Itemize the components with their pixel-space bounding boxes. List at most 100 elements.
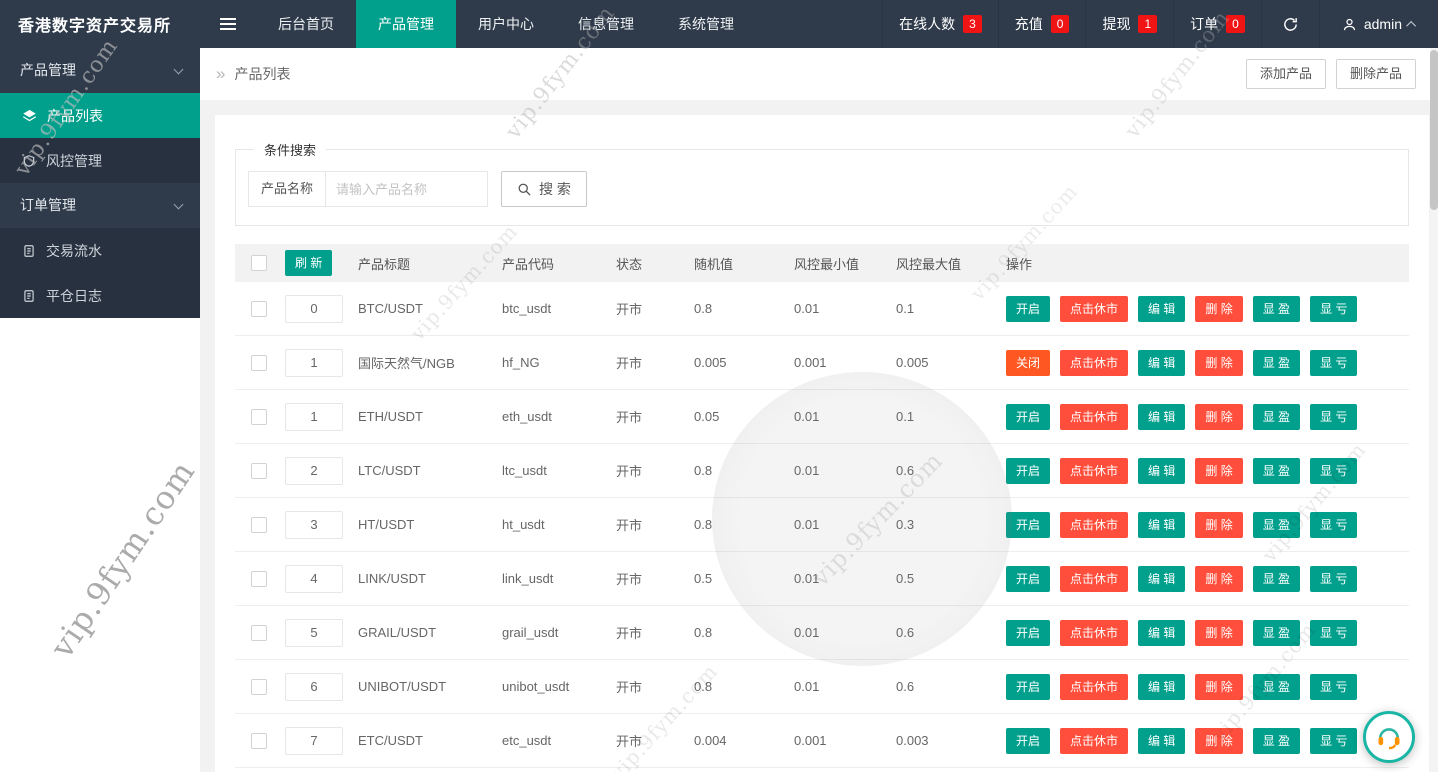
row-checkbox[interactable] — [251, 355, 267, 371]
suspend-market-button[interactable]: 点击休市 — [1060, 404, 1128, 430]
show-loss-button[interactable]: 显 亏 — [1310, 512, 1357, 538]
delete-button[interactable]: 删 除 — [1195, 620, 1242, 646]
delete-product-button[interactable]: 删除产品 — [1336, 59, 1416, 89]
show-profit-button[interactable]: 显 盈 — [1253, 350, 1300, 376]
toggle-market-button[interactable]: 开启 — [1006, 566, 1050, 592]
show-profit-button[interactable]: 显 盈 — [1253, 512, 1300, 538]
random-value: 0.8 — [694, 679, 794, 694]
show-loss-button[interactable]: 显 亏 — [1310, 350, 1357, 376]
sidebar-group-products[interactable]: 产品管理 — [0, 48, 200, 93]
row-checkbox[interactable] — [251, 625, 267, 641]
toggle-market-button[interactable]: 开启 — [1006, 620, 1050, 646]
edit-button[interactable]: 编 辑 — [1138, 350, 1185, 376]
show-profit-button[interactable]: 显 盈 — [1253, 296, 1300, 322]
toggle-market-button[interactable]: 开启 — [1006, 296, 1050, 322]
row-checkbox[interactable] — [251, 463, 267, 479]
toggle-market-button[interactable]: 开启 — [1006, 512, 1050, 538]
edit-button[interactable]: 编 辑 — [1138, 296, 1185, 322]
customer-service-button[interactable] — [1363, 711, 1415, 763]
scrollbar-thumb[interactable] — [1430, 50, 1438, 210]
sort-order-input[interactable] — [285, 349, 343, 377]
refresh-icon[interactable] — [1261, 0, 1319, 48]
row-checkbox[interactable] — [251, 517, 267, 533]
sidebar-item-product-list[interactable]: 产品列表 — [0, 93, 200, 138]
show-profit-button[interactable]: 显 盈 — [1253, 674, 1300, 700]
row-checkbox[interactable] — [251, 409, 267, 425]
edit-button[interactable]: 编 辑 — [1138, 620, 1185, 646]
sidebar-item-close-log[interactable]: 平仓日志 — [0, 273, 200, 318]
show-profit-button[interactable]: 显 盈 — [1253, 566, 1300, 592]
search-button[interactable]: 搜 索 — [501, 171, 587, 207]
sort-order-input[interactable] — [285, 565, 343, 593]
edit-button[interactable]: 编 辑 — [1138, 458, 1185, 484]
toggle-market-button[interactable]: 开启 — [1006, 458, 1050, 484]
stat-orders[interactable]: 订单 0 — [1173, 0, 1261, 48]
nav-item-products[interactable]: 产品管理 — [356, 0, 456, 48]
show-loss-button[interactable]: 显 亏 — [1310, 458, 1357, 484]
delete-button[interactable]: 删 除 — [1195, 404, 1242, 430]
stat-online-users[interactable]: 在线人数 3 — [882, 0, 998, 48]
edit-button[interactable]: 编 辑 — [1138, 674, 1185, 700]
sort-order-input[interactable] — [285, 673, 343, 701]
show-loss-button[interactable]: 显 亏 — [1310, 620, 1357, 646]
show-profit-button[interactable]: 显 盈 — [1253, 620, 1300, 646]
show-loss-button[interactable]: 显 亏 — [1310, 728, 1357, 754]
select-all-checkbox[interactable] — [251, 255, 267, 271]
stat-withdrawals[interactable]: 提现 1 — [1085, 0, 1173, 48]
sort-order-input[interactable] — [285, 727, 343, 755]
row-checkbox[interactable] — [251, 571, 267, 587]
show-loss-button[interactable]: 显 亏 — [1310, 674, 1357, 700]
sort-order-input[interactable] — [285, 457, 343, 485]
product-title: GRAIL/USDT — [358, 625, 502, 640]
show-loss-button[interactable]: 显 亏 — [1310, 404, 1357, 430]
add-product-button[interactable]: 添加产品 — [1246, 59, 1326, 89]
nav-item-information[interactable]: 信息管理 — [556, 0, 656, 48]
refresh-button[interactable]: 刷 新 — [285, 250, 332, 276]
sidebar-item-trade-flow[interactable]: 交易流水 — [0, 228, 200, 273]
stat-deposits[interactable]: 充值 0 — [998, 0, 1086, 48]
sort-order-input[interactable] — [285, 619, 343, 647]
edit-button[interactable]: 编 辑 — [1138, 728, 1185, 754]
suspend-market-button[interactable]: 点击休市 — [1060, 296, 1128, 322]
suspend-market-button[interactable]: 点击休市 — [1060, 674, 1128, 700]
sort-order-input[interactable] — [285, 295, 343, 323]
product-name-input[interactable] — [326, 171, 488, 207]
suspend-market-button[interactable]: 点击休市 — [1060, 566, 1128, 592]
suspend-market-button[interactable]: 点击休市 — [1060, 458, 1128, 484]
nav-item-home[interactable]: 后台首页 — [256, 0, 356, 48]
show-profit-button[interactable]: 显 盈 — [1253, 404, 1300, 430]
delete-button[interactable]: 删 除 — [1195, 458, 1242, 484]
delete-button[interactable]: 删 除 — [1195, 512, 1242, 538]
sort-order-input[interactable] — [285, 403, 343, 431]
delete-button[interactable]: 删 除 — [1195, 296, 1242, 322]
nav-item-users[interactable]: 用户中心 — [456, 0, 556, 48]
delete-button[interactable]: 删 除 — [1195, 350, 1242, 376]
show-loss-button[interactable]: 显 亏 — [1310, 296, 1357, 322]
suspend-market-button[interactable]: 点击休市 — [1060, 350, 1128, 376]
suspend-market-button[interactable]: 点击休市 — [1060, 728, 1128, 754]
delete-button[interactable]: 删 除 — [1195, 674, 1242, 700]
nav-item-system[interactable]: 系统管理 — [656, 0, 756, 48]
toggle-market-button[interactable]: 关闭 — [1006, 350, 1050, 376]
row-checkbox[interactable] — [251, 301, 267, 317]
suspend-market-button[interactable]: 点击休市 — [1060, 512, 1128, 538]
row-checkbox[interactable] — [251, 679, 267, 695]
edit-button[interactable]: 编 辑 — [1138, 404, 1185, 430]
show-profit-button[interactable]: 显 盈 — [1253, 728, 1300, 754]
sidebar-item-risk-control[interactable]: 风控管理 — [0, 138, 200, 183]
show-loss-button[interactable]: 显 亏 — [1310, 566, 1357, 592]
sidebar-group-orders[interactable]: 订单管理 — [0, 183, 200, 228]
edit-button[interactable]: 编 辑 — [1138, 566, 1185, 592]
delete-button[interactable]: 删 除 — [1195, 566, 1242, 592]
toggle-market-button[interactable]: 开启 — [1006, 404, 1050, 430]
show-profit-button[interactable]: 显 盈 — [1253, 458, 1300, 484]
suspend-market-button[interactable]: 点击休市 — [1060, 620, 1128, 646]
sort-order-input[interactable] — [285, 511, 343, 539]
delete-button[interactable]: 删 除 — [1195, 728, 1242, 754]
toggle-market-button[interactable]: 开启 — [1006, 728, 1050, 754]
toggle-market-button[interactable]: 开启 — [1006, 674, 1050, 700]
admin-dropdown[interactable]: admin — [1319, 0, 1438, 48]
menu-collapse-icon[interactable] — [200, 0, 256, 48]
edit-button[interactable]: 编 辑 — [1138, 512, 1185, 538]
row-checkbox[interactable] — [251, 733, 267, 749]
